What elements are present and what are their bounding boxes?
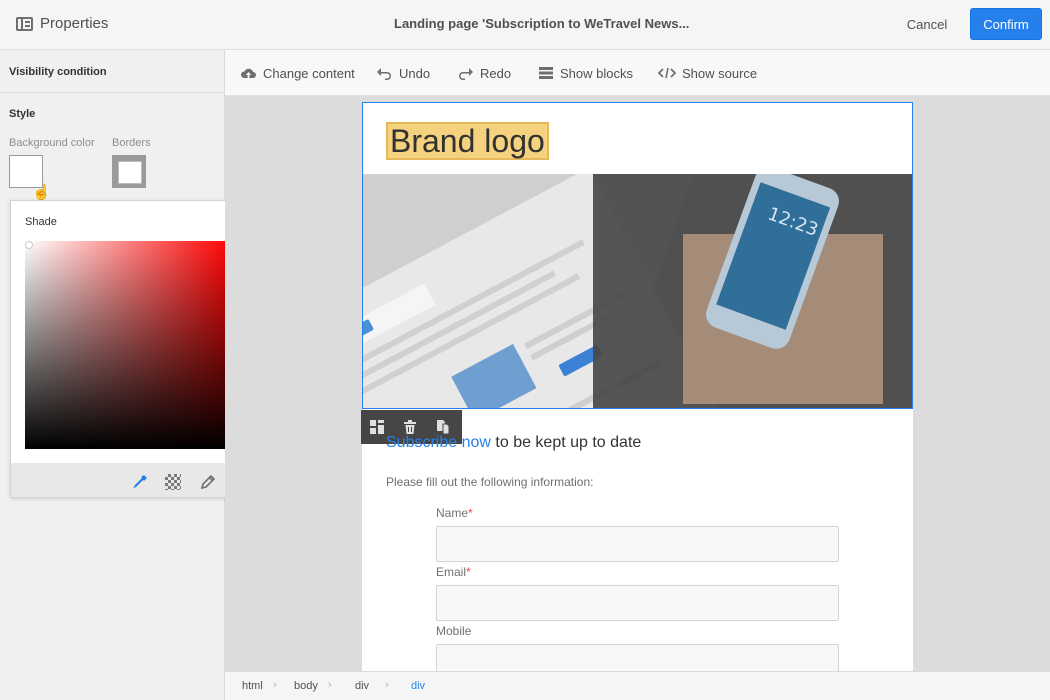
- chevron-right-icon: ›: [385, 679, 389, 691]
- email-field[interactable]: [436, 585, 839, 621]
- shade-label: Shade: [25, 216, 57, 228]
- duplicate-icon[interactable]: [435, 419, 451, 435]
- visibility-condition-section[interactable]: Visibility condition: [0, 50, 224, 93]
- borders-swatch[interactable]: [112, 155, 146, 188]
- name-field[interactable]: [436, 526, 839, 562]
- selected-block-outline: [362, 102, 913, 409]
- style-section-title: Style: [9, 108, 36, 120]
- chevron-right-icon: ›: [273, 679, 277, 691]
- panel-toggle-icon[interactable]: [16, 17, 33, 31]
- breadcrumb-item-div[interactable]: div: [355, 680, 369, 692]
- borders-label: Borders: [112, 137, 151, 149]
- breadcrumb: html › body › div › div: [225, 671, 1050, 700]
- breadcrumb-item-div-current[interactable]: div: [411, 680, 425, 692]
- checkerboard-icon[interactable]: [165, 474, 181, 490]
- cloud-upload-icon: [240, 68, 256, 78]
- subscribe-now-link[interactable]: Subscribe now: [386, 434, 491, 451]
- show-blocks-button[interactable]: Show blocks: [538, 64, 633, 82]
- subscribe-heading: Subscribe now to be kept up to date: [386, 434, 642, 451]
- trash-icon[interactable]: [402, 419, 418, 435]
- cancel-button[interactable]: Cancel: [897, 8, 957, 40]
- redo-button[interactable]: Redo: [457, 64, 511, 82]
- redo-icon: [459, 68, 473, 80]
- panel-title: Properties: [40, 15, 109, 32]
- page-title: Landing page 'Subscription to WeTravel N…: [394, 16, 690, 31]
- breadcrumb-item-body[interactable]: body: [294, 680, 318, 692]
- sv-handle[interactable]: [25, 241, 33, 249]
- mobile-field-label: Mobile: [436, 624, 472, 638]
- layout-icon[interactable]: [369, 419, 385, 435]
- email-field-label: Email*: [436, 565, 471, 579]
- editor-canvas: Brand logo 12:23 Subscribe now to be kep…: [225, 96, 1050, 671]
- change-content-button[interactable]: Change content: [240, 64, 355, 82]
- eyedropper-icon[interactable]: [131, 473, 149, 491]
- background-color-label: Background color: [9, 137, 95, 149]
- pencil-icon[interactable]: [199, 473, 217, 491]
- visibility-condition-label: Visibility condition: [9, 66, 107, 78]
- top-header: Properties Landing page 'Subscription to…: [0, 0, 1050, 50]
- breadcrumb-item-html[interactable]: html: [242, 680, 263, 692]
- hand-cursor-icon: ☝: [32, 184, 51, 201]
- chevron-right-icon: ›: [328, 679, 332, 691]
- name-field-label: Name*: [436, 506, 473, 520]
- saturation-brightness-area[interactable]: [25, 241, 233, 449]
- undo-icon: [377, 68, 391, 80]
- form-instructions: Please fill out the following informatio…: [386, 475, 594, 489]
- code-icon: [658, 67, 676, 79]
- confirm-button[interactable]: Confirm: [970, 8, 1042, 40]
- mobile-field[interactable]: [436, 644, 839, 671]
- blocks-icon: [539, 67, 553, 79]
- show-source-button[interactable]: Show source: [658, 64, 757, 82]
- undo-button[interactable]: Undo: [376, 64, 430, 82]
- editor-toolbar: Change content Undo Redo Show blocks Sho…: [225, 50, 1050, 96]
